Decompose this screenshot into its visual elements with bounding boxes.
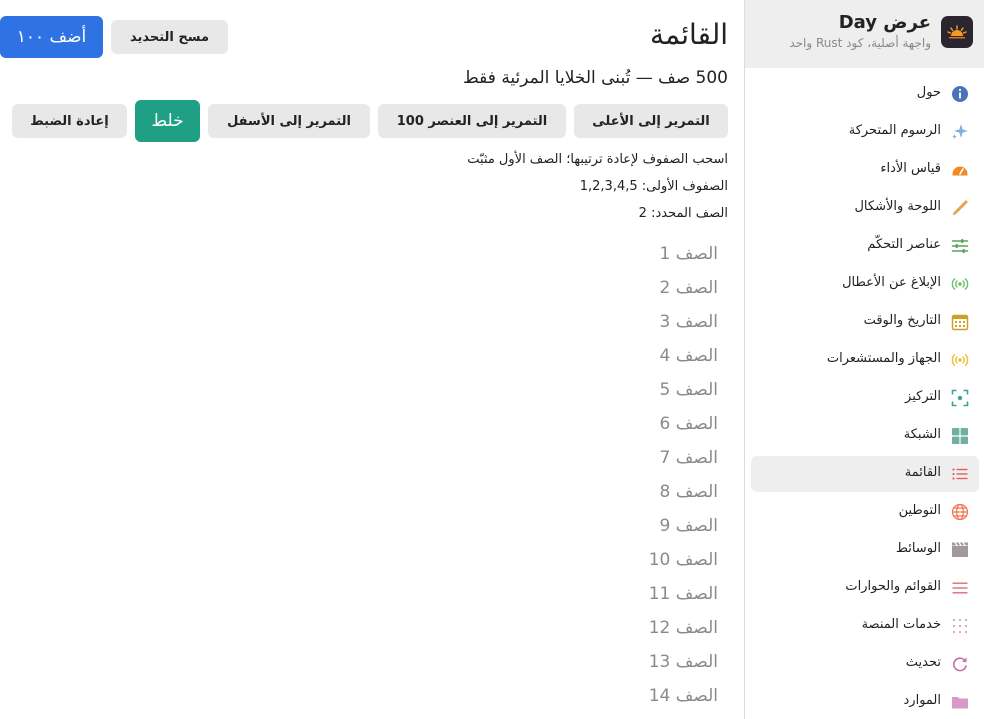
sidebar-item-label: التاريخ والوقت [863,313,941,328]
sidebar: عرض Day واجهة أصلية، كود Rust واحد حول ال… [744,0,984,719]
sidebar-item-label: عناصر التحكّم [867,237,941,252]
focus-icon [951,389,969,407]
selected-row-readout: الصف المحدد: 2 [638,206,728,221]
globe-icon [951,503,969,521]
sidebar-item-globe[interactable]: التوطين [751,494,979,530]
sidebar-item-label: الوسائط [895,541,941,556]
refresh-icon [951,655,969,673]
list-row[interactable]: الصف 14 [418,679,718,713]
list-icon [951,465,969,483]
sidebar-item-info[interactable]: حول [751,76,979,112]
sidebar-item-grid[interactable]: الشبكة [751,418,979,454]
reset-button[interactable]: إعادة الضبط [12,104,127,138]
sidebar-item-folder[interactable]: الموارد [751,684,979,719]
sidebar-item-list[interactable]: القائمة [751,456,979,492]
app-subtitle: واجهة أصلية، كود Rust واحد [789,36,931,50]
sidebar-item-broadcast[interactable]: الإبلاغ عن الأعطال [751,266,979,302]
app-title: عرض Day [838,12,931,33]
sidebar-item-sparkles[interactable]: الرسوم المتحركة [751,114,979,150]
sidebar-item-film[interactable]: الوسائط [751,532,979,568]
sidebar-item-refresh[interactable]: تحديث [751,646,979,682]
list-subtitle: 500 صف — تُبنى الخلايا المرئية فقط [463,68,728,88]
sidebar-item-label: قياس الأداء [880,161,941,176]
sidebar-item-speedometer[interactable]: قياس الأداء [751,152,979,188]
folder-icon [951,693,969,711]
sidebar-item-label: تحديث [905,655,941,670]
sidebar-item-focus[interactable]: التركيز [751,380,979,416]
sidebar-item-label: خدمات المنصة [861,617,941,632]
scroll-to-item-button[interactable]: التمرير إلى العنصر 100 [378,104,566,138]
sidebar-item-label: حول [916,85,941,100]
sidebar-item-label: اللوحة والأشكال [854,199,941,214]
scroll-top-button[interactable]: التمرير إلى الأعلى [574,104,728,138]
list-row[interactable]: الصف 8 [418,475,718,509]
virtual-list[interactable]: الصف 1 الصف 2 الصف 3 الصف 4 الصف 5 الصف 6 الصف… [418,237,718,713]
list-row[interactable]: الصف 1 [418,237,718,271]
list-row[interactable]: الصف 10 [418,543,718,577]
sensor-icon [951,351,969,369]
sidebar-item-label: الموارد [903,693,941,708]
sparkles-icon [951,123,969,141]
sidebar-item-brush[interactable]: اللوحة والأشكال [751,190,979,226]
sidebar-item-label: الجهاز والمستشعرات [826,351,941,366]
scroll-bottom-button[interactable]: التمرير إلى الأسفل [208,104,370,138]
menu-icon [951,579,969,597]
list-row[interactable]: الصف 4 [418,339,718,373]
sidebar-item-label: القوائم والحوارات [845,579,941,594]
list-row[interactable]: الصف 13 [418,645,718,679]
list-row[interactable]: الصف 6 [418,407,718,441]
speedometer-icon [951,161,969,179]
info-icon [951,85,969,103]
list-row[interactable]: الصف 9 [418,509,718,543]
list-row[interactable]: الصف 11 [418,577,718,611]
list-row[interactable]: الصف 12 [418,611,718,645]
calendar-icon [951,313,969,331]
list-row[interactable]: الصف 5 [418,373,718,407]
brush-icon [951,199,969,217]
sidebar-item-sensor[interactable]: الجهاز والمستشعرات [751,342,979,378]
dots-grid-icon [951,617,969,635]
main-panel: القائمة أضف ١٠٠ مسح التحديد 500 صف — تُب… [0,0,744,719]
sidebar-item-calendar[interactable]: التاريخ والوقت [751,304,979,340]
sidebar-item-label: الشبكة [903,427,941,442]
sidebar-item-label: القائمة [904,465,941,480]
list-row[interactable]: الصف 7 [418,441,718,475]
sidebar-item-label: الإبلاغ عن الأعطال [842,275,941,290]
film-icon [951,541,969,559]
broadcast-icon [951,275,969,293]
sidebar-item-sliders[interactable]: عناصر التحكّم [751,228,979,264]
clear-selection-button[interactable]: مسح التحديد [111,20,228,54]
sidebar-item-label: التوطين [898,503,941,518]
sliders-icon [951,237,969,255]
sidebar-item-label: التركيز [905,389,941,404]
grid-icon [951,427,969,445]
sidebar-nav: حول الرسوم المتحركة قياس الأداء اللوحة والأ… [751,76,979,719]
first-rows-readout: الصفوف الأولى: 1,2,3,4,5 [579,179,728,194]
app-logo-icon [941,16,973,48]
add-hundred-button[interactable]: أضف ١٠٠ [0,16,103,58]
drag-hint: اسحب الصفوف لإعادة ترتيبها؛ الصف الأول م… [467,152,728,167]
sidebar-item-menu[interactable]: القوائم والحوارات [751,570,979,606]
list-row[interactable]: الصف 2 [418,271,718,305]
shuffle-button[interactable]: خلط [135,100,200,142]
sidebar-header: عرض Day واجهة أصلية، كود Rust واحد [745,0,984,68]
list-row[interactable]: الصف 3 [418,305,718,339]
sidebar-item-dots-grid[interactable]: خدمات المنصة [751,608,979,644]
page-title: القائمة [650,18,728,51]
sidebar-item-label: الرسوم المتحركة [848,123,941,138]
